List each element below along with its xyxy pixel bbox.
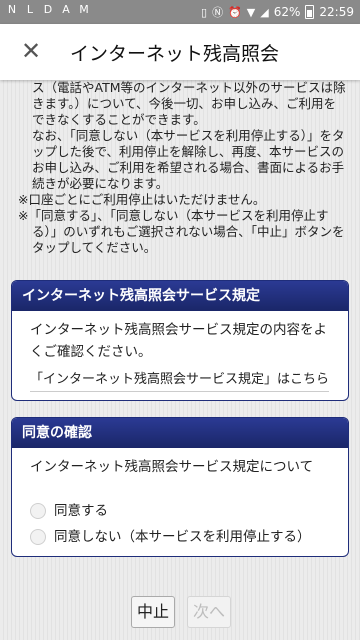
- notice-paragraph-2: なお、「同意しない（本サービスを利用停止する）」をタップした後で、利用停止を解除…: [32, 128, 345, 191]
- disagree-label: 同意しない（本サービスを利用停止する）: [54, 529, 311, 545]
- scroll-content[interactable]: ス（電話やATM等のインターネット以外のサービスは除きます。）について、今後一切…: [0, 80, 360, 600]
- signal-icon: ◢: [260, 5, 269, 19]
- close-icon[interactable]: ✕: [14, 34, 48, 68]
- consent-card-text: インターネット残高照会サービス規定について: [30, 459, 314, 475]
- footer: 中止 次へ: [0, 596, 360, 640]
- agree-radio[interactable]: [30, 503, 46, 519]
- status-bar: N L D A M ▯ Ⓝ ⏰ ▼ ◢ 62% 22:59: [0, 0, 360, 24]
- notification-icon-3: D: [43, 3, 53, 16]
- terms-card: インターネット残高照会サービス規定 インターネット残高照会サービス規定の内容をよ…: [11, 280, 349, 401]
- next-button[interactable]: 次へ: [187, 596, 231, 628]
- notification-icon-1: N: [7, 3, 17, 16]
- notification-icon-5: M: [79, 3, 89, 16]
- notification-icons: N L D A M: [6, 4, 90, 16]
- battery-percent: 62%: [273, 5, 301, 19]
- terms-link[interactable]: 「インターネット残高照会サービス規定」はこちら: [30, 369, 330, 392]
- nfc-icon: Ⓝ: [212, 6, 224, 19]
- notice-text: ス（電話やATM等のインターネット以外のサービスは除きます。）について、今後一切…: [18, 80, 348, 256]
- terms-card-header: インターネット残高照会サービス規定: [12, 281, 348, 311]
- vibrate-icon: ▯: [201, 5, 208, 19]
- notification-icon-4: A: [62, 3, 70, 16]
- notice-note-2: ※「同意する」、「同意しない（本サービスを利用停止する）」のいずれもご選択されな…: [18, 208, 345, 255]
- notification-icon-2: L: [26, 3, 34, 16]
- clock: 22:59: [319, 5, 354, 19]
- notice-paragraph-1: ス（電話やATM等のインターネット以外のサービスは除きます。）について、今後一切…: [32, 80, 346, 127]
- terms-card-text: インターネット残高照会サービス規定の内容をよくご確認ください。: [30, 322, 327, 360]
- disagree-radio[interactable]: [30, 529, 46, 545]
- agree-label: 同意する: [54, 503, 108, 519]
- consent-card-header: 同意の確認: [12, 418, 348, 448]
- app-bar: ✕ インターネット残高照会: [0, 24, 360, 80]
- notice-note-1: ※口座ごとにご利用停止はいただけません。: [18, 192, 266, 207]
- agree-option[interactable]: 同意する: [30, 500, 330, 522]
- disagree-option[interactable]: 同意しない（本サービスを利用停止する）: [30, 526, 330, 548]
- alarm-icon: ⏰: [228, 5, 242, 19]
- consent-card: 同意の確認 インターネット残高照会サービス規定について 同意する 同意しない（本…: [11, 417, 349, 557]
- page-title: インターネット残高照会: [70, 43, 280, 65]
- battery-icon: [305, 5, 315, 19]
- wifi-icon: ▼: [246, 5, 256, 19]
- cancel-button[interactable]: 中止: [131, 596, 175, 628]
